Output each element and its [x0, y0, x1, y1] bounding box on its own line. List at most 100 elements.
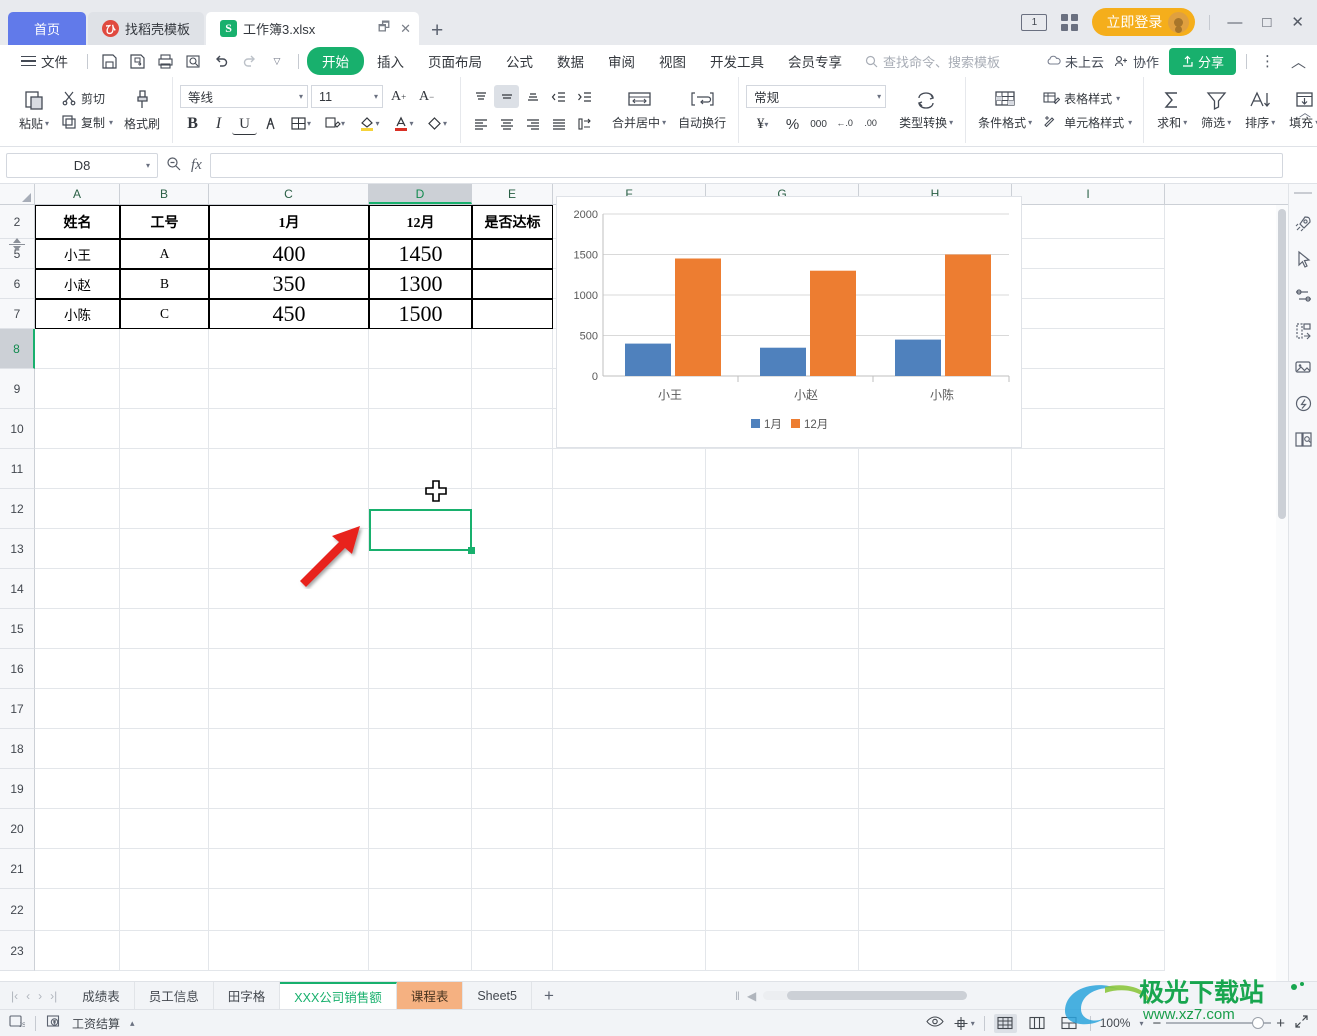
tab-data[interactable]: 数据 [546, 48, 595, 74]
ribbon-collapse-icon[interactable]: ︿ [1299, 103, 1311, 120]
cell-a14[interactable] [35, 569, 120, 609]
paste-button[interactable]: 粘贴 ▾ [13, 86, 55, 134]
cell-i10[interactable] [1012, 409, 1165, 449]
cell-d19[interactable] [369, 769, 472, 809]
cell-b5[interactable]: A [120, 239, 209, 269]
cell-d6[interactable]: 1300 [369, 269, 472, 299]
row-header-8[interactable]: 8 [0, 329, 35, 369]
cell-f17[interactable] [553, 689, 706, 729]
cell-b8[interactable] [120, 329, 209, 369]
cell-b21[interactable] [120, 849, 209, 889]
row-header-23[interactable]: 23 [0, 931, 35, 971]
cell-g19[interactable] [706, 769, 859, 809]
tab-review[interactable]: 审阅 [597, 48, 646, 74]
copy-button[interactable]: 复制 ▾ [57, 112, 117, 133]
cell-d10[interactable] [369, 409, 472, 449]
cell-c19[interactable] [209, 769, 369, 809]
search-input[interactable]: 查找命令、搜索模板 [865, 52, 1000, 71]
book-icon[interactable] [1292, 428, 1314, 450]
vertical-scroll-thumb[interactable] [1278, 209, 1286, 519]
column-header-d[interactable]: D [369, 184, 472, 204]
cell-f23[interactable] [553, 931, 706, 971]
cell-b9[interactable] [120, 369, 209, 409]
minimize-button[interactable]: — [1224, 14, 1245, 31]
cell-b7[interactable]: C [120, 299, 209, 329]
column-header-b[interactable]: B [120, 184, 209, 204]
autosum-button[interactable]: 求和 ▾ [1151, 88, 1193, 133]
tab-home[interactable]: 首页 [8, 12, 87, 45]
vertical-scrollbar[interactable] [1276, 205, 1288, 981]
cell-a16[interactable] [35, 649, 120, 689]
cell-g16[interactable] [706, 649, 859, 689]
row-header-12[interactable]: 12 [0, 489, 35, 529]
cell-c15[interactable] [209, 609, 369, 649]
file-menu[interactable]: 文件 [10, 48, 79, 74]
new-tab-button[interactable]: + [421, 20, 453, 45]
cell-h13[interactable] [859, 529, 1012, 569]
cell-c16[interactable] [209, 649, 369, 689]
cell-c20[interactable] [209, 809, 369, 849]
clear-format-icon[interactable]: ▾ [420, 112, 453, 135]
justify-icon[interactable] [546, 112, 571, 135]
borders-icon[interactable]: ▾ [284, 112, 317, 135]
cell-f11[interactable] [553, 449, 706, 489]
cell-i18[interactable] [1012, 729, 1165, 769]
print-preview-icon[interactable] [180, 49, 206, 73]
page-count-icon[interactable]: 1 [1021, 13, 1048, 31]
tab-workbook3[interactable]: S 工作簿3.xlsx 🗗 ✕ [206, 12, 420, 45]
align-top-icon[interactable] [468, 85, 493, 108]
sheet-tab-yuangongxinxi[interactable]: 员工信息 [135, 981, 214, 1010]
row-header-11[interactable]: 11 [0, 449, 35, 489]
cell-a2[interactable]: 姓名 [35, 205, 120, 239]
zoom-track[interactable] [1166, 1017, 1272, 1029]
cell-h15[interactable] [859, 609, 1012, 649]
cell-i19[interactable] [1012, 769, 1165, 809]
tab-page-layout[interactable]: 页面布局 [417, 48, 493, 74]
cell-d16[interactable] [369, 649, 472, 689]
cell-a12[interactable] [35, 489, 120, 529]
cell-i8[interactable] [1012, 329, 1165, 369]
cell-b23[interactable] [120, 931, 209, 971]
cell-b13[interactable] [120, 529, 209, 569]
scroll-left-icon[interactable]: ◀ [747, 989, 756, 1003]
cell-a8[interactable] [35, 329, 120, 369]
cell-i13[interactable] [1012, 529, 1165, 569]
image-icon[interactable] [1292, 356, 1314, 378]
cell-b2[interactable]: 工号 [120, 205, 209, 239]
cell-f22[interactable] [553, 889, 706, 931]
cell-c2[interactable]: 1月 [209, 205, 369, 239]
cell-e19[interactable] [472, 769, 553, 809]
cell-layout-icon[interactable]: ▾ [953, 1016, 975, 1031]
sheet-nav-first[interactable]: |‹ [8, 989, 21, 1003]
cell-d14[interactable] [369, 569, 472, 609]
cell-c12[interactable] [209, 489, 369, 529]
cell-a10[interactable] [35, 409, 120, 449]
cell-d12[interactable] [369, 489, 472, 529]
login-button[interactable]: 立即登录 [1092, 8, 1196, 36]
save-icon[interactable] [96, 49, 122, 73]
cell-e6[interactable] [472, 269, 553, 299]
cell-c8[interactable] [209, 329, 369, 369]
cell-c5[interactable]: 400 [209, 239, 369, 269]
wrap-text-button[interactable]: 自动换行 [673, 88, 731, 133]
conditional-format-button[interactable]: 条件格式 ▾ [973, 87, 1037, 133]
cell-g14[interactable] [706, 569, 859, 609]
sheet-tab-xxxgongsixiaoshoue[interactable]: XXX公司销售额 [280, 981, 397, 1010]
cell-e14[interactable] [472, 569, 553, 609]
cell-e23[interactable] [472, 931, 553, 971]
tab-restore-icon[interactable]: 🗗 [378, 18, 390, 40]
cell-c22[interactable] [209, 889, 369, 931]
row-header-15[interactable]: 15 [0, 609, 35, 649]
underline-icon[interactable]: U [232, 115, 258, 135]
filter-button[interactable]: 筛选 ▾ [1195, 88, 1237, 133]
row-header-2[interactable]: 2 [0, 205, 35, 239]
cell-d15[interactable] [369, 609, 472, 649]
cell-i6[interactable] [1012, 269, 1165, 299]
row-header-10[interactable]: 10 [0, 409, 35, 449]
merge-center-button[interactable]: 合并居中 ▾ [607, 88, 671, 133]
horizontal-scrollbar[interactable]: ‖ ◀ [735, 989, 968, 1003]
cell-i20[interactable] [1012, 809, 1165, 849]
cell-b22[interactable] [120, 889, 209, 931]
column-header-i[interactable]: I [1012, 184, 1165, 204]
cell-e20[interactable] [472, 809, 553, 849]
